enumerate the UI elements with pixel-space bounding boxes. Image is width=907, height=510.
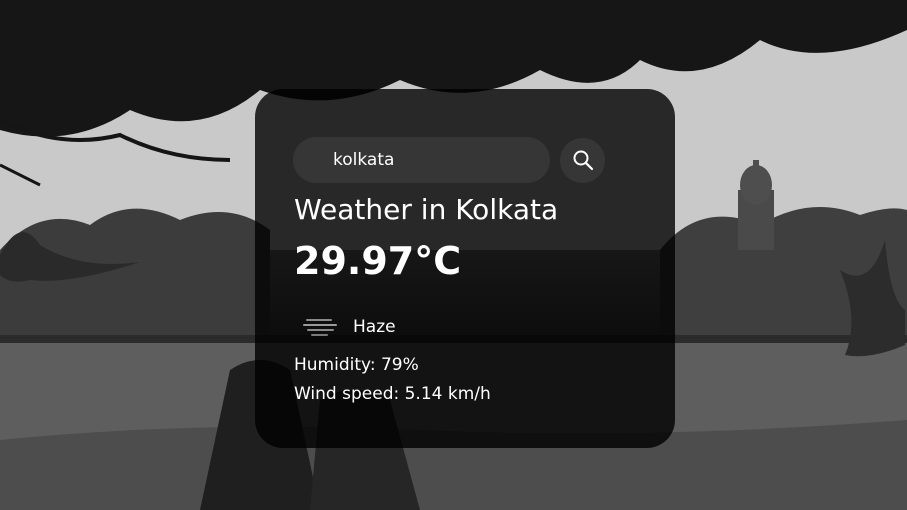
weather-card: Weather in Kolkata 29.97°C Haze Humidity… bbox=[255, 89, 675, 448]
city-title: Weather in Kolkata bbox=[294, 193, 559, 226]
weather-description: Haze bbox=[353, 317, 396, 337]
search-bar bbox=[293, 137, 605, 183]
humidity-text: Humidity: 79% bbox=[294, 355, 419, 375]
search-icon bbox=[573, 150, 593, 171]
wind-speed-text: Wind speed: 5.14 km/h bbox=[294, 384, 491, 404]
search-input[interactable] bbox=[293, 137, 550, 183]
haze-icon bbox=[300, 313, 340, 341]
temperature-value: 29.97°C bbox=[294, 239, 462, 283]
weather-condition: Haze bbox=[300, 313, 396, 341]
search-button[interactable] bbox=[560, 137, 605, 183]
